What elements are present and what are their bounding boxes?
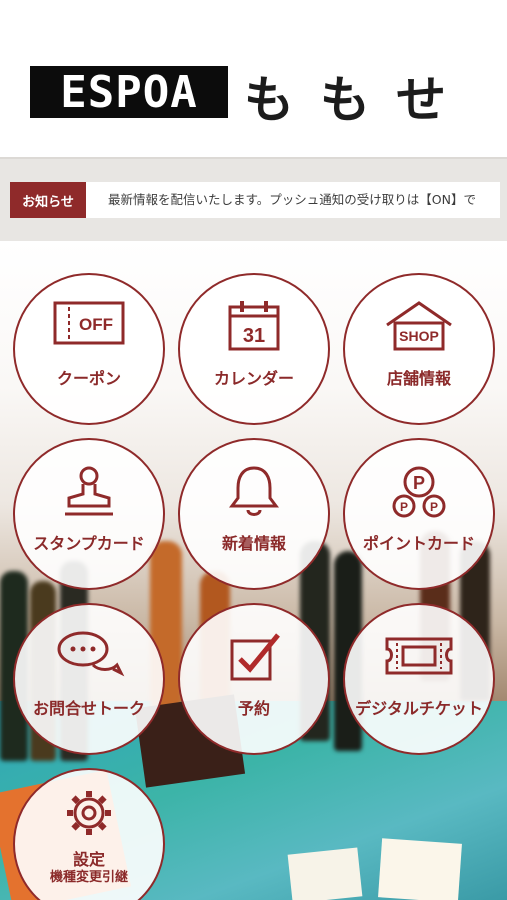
point-coins-icon: P P P [345, 462, 493, 524]
chat-bubbles-icon [15, 627, 163, 689]
news-ticker-text: 最新情報を配信いたします。プッシュ通知の受け取りは【ON】で [108, 192, 476, 207]
checkbox-icon [180, 627, 328, 689]
news-ticker[interactable]: お知らせ 最新情報を配信いたします。プッシュ通知の受け取りは【ON】で [10, 182, 500, 218]
reservation-button[interactable]: 予約 [178, 603, 330, 755]
digital-ticket-label: デジタルチケット [355, 699, 483, 718]
app-header: ESPOA ももせ [0, 0, 507, 157]
coupon-button[interactable]: OFF クーポン [13, 273, 165, 425]
calendar-icon-text: 31 [243, 325, 265, 347]
shop-icon-text: SHOP [399, 328, 439, 344]
digital-ticket-button[interactable]: デジタルチケット [343, 603, 495, 755]
news-button[interactable]: 新着情報 [178, 438, 330, 590]
bell-icon [180, 462, 328, 524]
logo-text: ESPOA [60, 66, 198, 118]
point-icon-text-big: P [413, 473, 425, 493]
ticket-off-icon: OFF [15, 297, 163, 359]
reservation-label: 予約 [237, 699, 270, 718]
espoa-logo: ESPOA [30, 66, 228, 118]
inquiry-talk-label: お問合せトーク [32, 699, 145, 718]
shop-info-button[interactable]: SHOP 店舗情報 [343, 273, 495, 425]
ticket-icon [345, 627, 493, 689]
settings-sublabel: 機種変更引継 [49, 870, 128, 885]
point-card-button[interactable]: P P P ポイントカード [343, 438, 495, 590]
label-card [378, 838, 462, 900]
stamp-card-label: スタンプカード [33, 534, 145, 553]
inquiry-talk-button[interactable]: お問合せトーク [13, 603, 165, 755]
calendar-label: カレンダー [213, 369, 294, 388]
settings-button[interactable]: 設定 機種変更引継 [13, 768, 165, 900]
news-badge: お知らせ [10, 182, 86, 218]
label-card [287, 847, 363, 900]
shop-info-label: 店舗情報 [386, 369, 451, 388]
calendar-button[interactable]: 31 カレンダー [178, 273, 330, 425]
stamp-icon [15, 462, 163, 524]
coupon-label: クーポン [56, 369, 121, 388]
point-icon-text-small-right: P [430, 500, 438, 514]
point-card-label: ポイントカード [362, 534, 475, 553]
calendar-icon: 31 [180, 297, 328, 359]
news-label: 新着情報 [221, 534, 286, 553]
coupon-icon-text: OFF [79, 315, 113, 334]
point-icon-text-small-left: P [400, 500, 408, 514]
gear-icon [15, 784, 163, 846]
stamp-card-button[interactable]: スタンプカード [13, 438, 165, 590]
news-bar: お知らせ 最新情報を配信いたします。プッシュ通知の受け取りは【ON】で [0, 157, 507, 241]
store-name: ももせ [244, 71, 472, 129]
shop-house-icon: SHOP [345, 297, 493, 359]
